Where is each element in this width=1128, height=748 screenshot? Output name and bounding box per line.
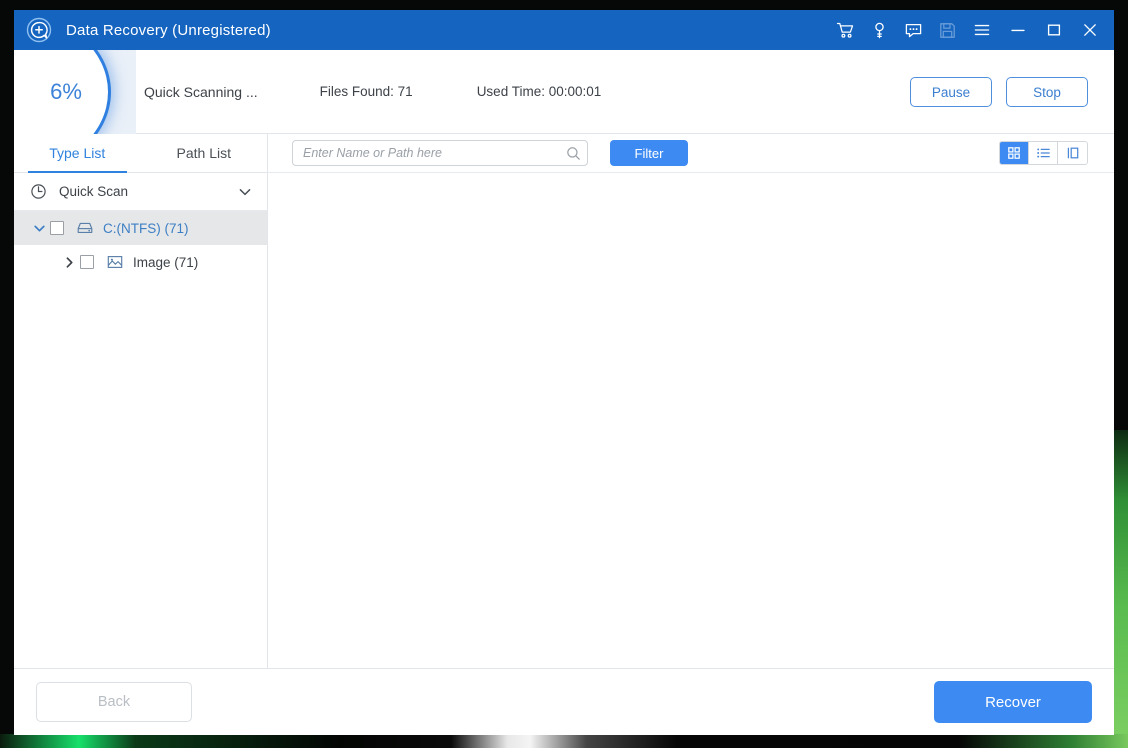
tree-row-checkbox[interactable] [80,255,94,269]
minimize-icon[interactable] [1000,10,1036,50]
tree-row[interactable]: Image (71) [14,245,267,279]
drive-icon [76,219,94,237]
back-button[interactable]: Back [36,682,192,722]
title-bar: Data Recovery (Unregistered) [14,10,1114,50]
application-window: Data Recovery (Unregistered) 6% Quick Sc… [14,10,1114,735]
chat-icon[interactable] [896,10,930,50]
tab-path-list[interactable]: Path List [141,134,268,172]
search-input[interactable] [303,146,566,160]
file-results-area[interactable] [268,173,1114,668]
save-icon[interactable] [930,10,964,50]
image-icon [106,253,124,271]
scan-mode-selector[interactable]: Quick Scan [14,173,267,211]
footer-bar: Back Recover [14,669,1114,735]
tab-type-list[interactable]: Type List [14,134,141,173]
title-bar-actions [828,10,1114,50]
desktop-wallpaper-right [1112,430,1128,748]
recover-button[interactable]: Recover [934,681,1092,723]
close-icon[interactable] [1072,10,1108,50]
stop-button[interactable]: Stop [1006,77,1088,107]
scan-result-tree: C:(NTFS) (71) Image (71) [14,211,267,668]
main-body: Type List Path List Quick Scan C:(NTFS) … [14,134,1114,669]
filter-button[interactable]: Filter [610,140,688,166]
content-toolbar: Filter [268,134,1114,173]
chevron-down-icon[interactable] [28,217,50,239]
key-icon[interactable] [862,10,896,50]
used-time-label: Used Time: 00:00:01 [476,84,602,99]
scan-action-buttons: Pause Stop [910,50,1088,134]
files-found-label: Files Found: 71 [319,84,413,99]
search-box[interactable] [292,140,588,166]
scan-status-bar: 6% Quick Scanning ... Files Found: 71 Us… [14,50,1114,134]
sidebar: Type List Path List Quick Scan C:(NTFS) … [14,134,268,668]
clock-icon [30,183,47,200]
search-icon[interactable] [566,146,581,161]
scan-mode-label: Quick Scan [59,184,129,199]
magnifier-plus-bubble-icon [26,17,52,43]
desktop-taskbar-strip [0,734,1128,748]
tree-row-label: C:(NTFS) (71) [103,220,189,236]
chevron-down-icon [237,184,253,200]
chevron-right-icon[interactable] [58,251,80,273]
tree-row-label: Image (71) [133,254,199,270]
tree-row[interactable]: C:(NTFS) (71) [14,211,267,245]
window-title: Data Recovery (Unregistered) [66,21,271,39]
pause-button[interactable]: Pause [910,77,992,107]
scan-progress-percent: 6% [50,79,82,104]
list-view-icon[interactable] [1029,142,1058,164]
tree-row-checkbox[interactable] [50,221,64,235]
sidebar-tabs: Type List Path List [14,134,267,173]
view-mode-group [999,141,1088,165]
scan-status-text: Quick Scanning ... [144,83,258,100]
grid-view-icon[interactable] [1000,142,1029,164]
split-view-icon[interactable] [1058,142,1087,164]
maximize-icon[interactable] [1036,10,1072,50]
cart-icon[interactable] [828,10,862,50]
content-pane: Filter [268,134,1114,668]
menu-icon[interactable] [964,10,1000,50]
